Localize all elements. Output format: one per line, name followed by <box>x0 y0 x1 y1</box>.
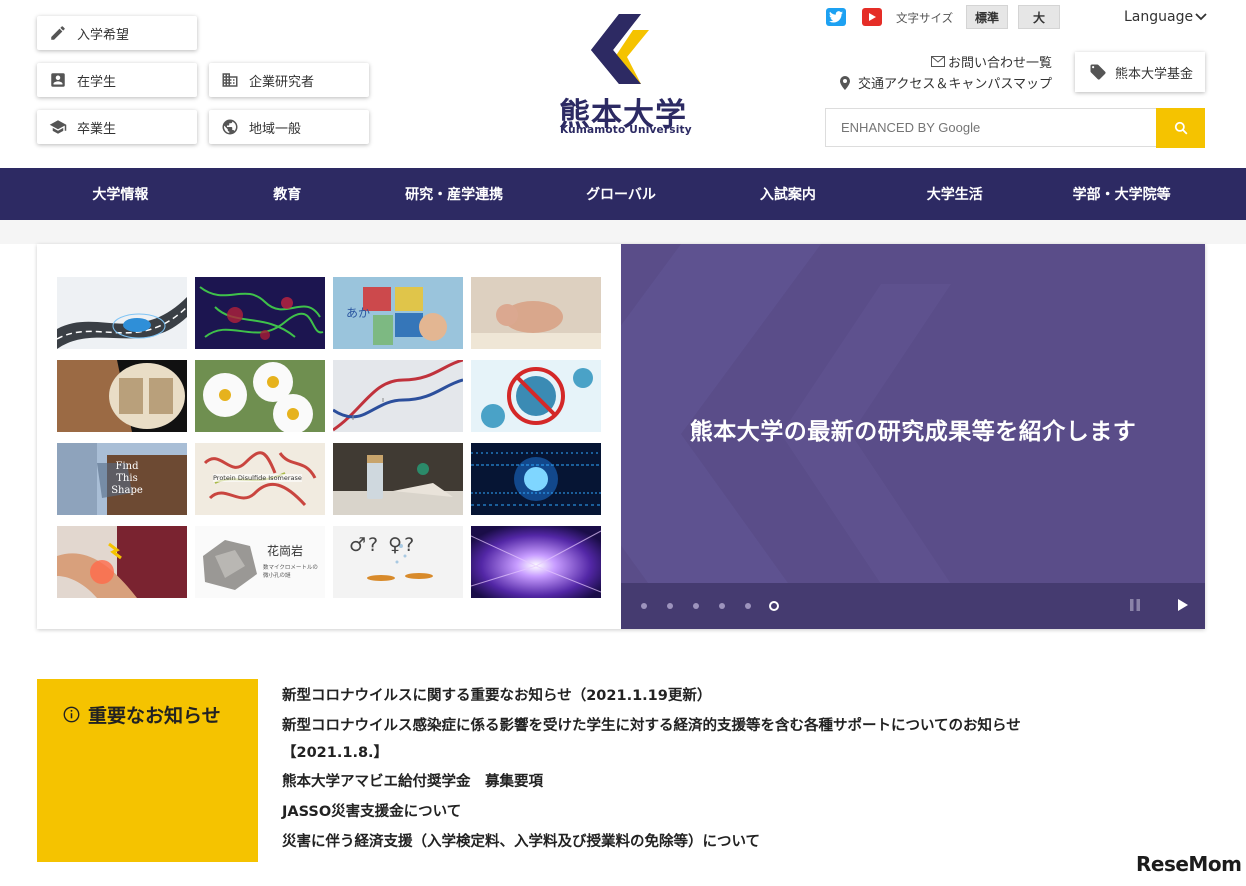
tile-mole-rat[interactable] <box>471 277 601 349</box>
tile-find-shape-label: Find This Shape <box>111 461 143 496</box>
slider-message-panel: 熊本大学の最新の研究成果等を紹介します <box>621 244 1205 629</box>
audience-alumni-button[interactable]: 卒業生 <box>37 110 197 144</box>
audience-applicants-button[interactable]: 入学希望 <box>37 16 197 50</box>
research-slider: あか Find This Shape Protein Disulfide Iso… <box>37 244 1205 629</box>
contact-label: お問い合わせ一覧 <box>947 56 1052 71</box>
tile-network[interactable] <box>471 443 601 515</box>
site-header: 入学希望 在学生 企業研究者 卒業生 地域一般 熊本大学 Kumamoto Un… <box>0 0 1246 168</box>
font-size-label: 文字サイズ <box>896 11 954 25</box>
font-size-large-button[interactable]: 大 <box>1018 5 1060 29</box>
tile-fish-gender[interactable]: ♂? ♀? <box>333 526 463 598</box>
audience-alumni-label: 卒業生 <box>77 121 117 137</box>
nav-item-admissions[interactable]: 入試案内 <box>704 168 871 220</box>
content-band <box>0 220 1246 244</box>
tile-granite[interactable]: 花崗岩 数マイクロメートルの微小孔の謎 <box>195 526 325 598</box>
twitter-icon[interactable] <box>826 8 846 26</box>
research-image-grid: あか Find This Shape Protein Disulfide Iso… <box>57 277 603 599</box>
building-icon <box>221 71 239 89</box>
contact-link[interactable]: お問い合わせ一覧 <box>930 52 1052 71</box>
logo-name-en: Kumamoto University <box>560 124 692 136</box>
mail-icon <box>930 56 945 67</box>
search-button[interactable] <box>1156 108 1205 148</box>
slider-message: 熊本大学の最新の研究成果等を紹介します <box>689 419 1137 445</box>
audience-community-label: 地域一般 <box>249 121 302 137</box>
important-notice-label: 重要なお知らせ <box>88 705 221 727</box>
tile-vial[interactable] <box>333 443 463 515</box>
main-nav: 大学情報 教育 研究・産学連携 グローバル 入試案内 大学生活 学部・大学院等 <box>37 168 1205 220</box>
nav-item-campus-life[interactable]: 大学生活 <box>871 168 1038 220</box>
tile-gender-symbols: ♂? ♀? <box>349 534 417 556</box>
important-notice-title: 重要なお知らせ <box>63 701 221 728</box>
university-logo[interactable]: 熊本大学 Kumamoto University <box>555 14 692 138</box>
language-selector[interactable]: Language <box>1124 9 1207 25</box>
tile-granite-sub: 数マイクロメートルの微小孔の謎 <box>263 565 318 579</box>
search-box[interactable] <box>825 108 1157 147</box>
nav-item-global[interactable]: グローバル <box>538 168 705 220</box>
audience-researchers-label: 企業研究者 <box>249 74 315 90</box>
search-input[interactable] <box>841 120 1156 135</box>
nav-item-university-info[interactable]: 大学情報 <box>37 168 204 220</box>
access-map-link[interactable]: 交通アクセス＆キャンパスマップ <box>840 73 1052 92</box>
info-icon <box>63 706 80 723</box>
nav-item-research[interactable]: 研究・産学連携 <box>371 168 538 220</box>
slider-dot-3[interactable] <box>693 603 699 609</box>
notice-item-financial-support[interactable]: 新型コロナウイルス感染症に係る影響を受けた学生に対する経済的支援等を含む各種サポ… <box>282 711 1132 741</box>
logo-mark-icon <box>591 14 649 84</box>
tile-light-rays[interactable] <box>471 526 601 598</box>
notice-list: 新型コロナウイルスに関する重要なお知らせ（2021.1.19更新） 新型コロナウ… <box>282 681 1132 857</box>
notice-item-covid[interactable]: 新型コロナウイルスに関する重要なお知らせ（2021.1.19更新） <box>282 681 1132 711</box>
notice-item-disaster-support[interactable]: 災害に伴う経済支援（入学検定料、入学料及び授業料の免除等）について <box>282 827 1132 857</box>
resemom-watermark: ReseMom <box>1136 852 1242 876</box>
id-card-icon <box>49 71 67 89</box>
pause-icon[interactable] <box>1129 598 1141 612</box>
nav-item-faculties[interactable]: 学部・大学院等 <box>1038 168 1205 220</box>
slider-dot-5[interactable] <box>745 603 751 609</box>
play-icon[interactable] <box>1177 598 1189 612</box>
access-label: 交通アクセス＆キャンパスマップ <box>858 77 1052 92</box>
search-icon <box>1174 121 1187 135</box>
nav-item-education[interactable]: 教育 <box>204 168 371 220</box>
fund-button[interactable]: 熊本大学基金 <box>1075 52 1205 92</box>
audience-students-label: 在学生 <box>77 74 117 90</box>
tag-icon <box>1090 64 1106 80</box>
fund-label: 熊本大学基金 <box>1115 66 1194 82</box>
important-notice-box: 重要なお知らせ <box>37 679 258 862</box>
tile-road-car[interactable] <box>57 277 187 349</box>
tile-cell-stain[interactable] <box>195 277 325 349</box>
notice-item-amabie-scholarship[interactable]: 熊本大学アマビエ給付奨学金 募集要項 <box>282 767 1132 797</box>
language-label: Language <box>1124 9 1194 25</box>
slider-dot-1[interactable] <box>641 603 647 609</box>
slider-dot-2[interactable] <box>667 603 673 609</box>
chevron-down-icon <box>1195 13 1207 21</box>
audience-community-button[interactable]: 地域一般 <box>209 110 369 144</box>
tile-a-ka-label: あか <box>346 306 371 320</box>
tile-virus[interactable] <box>471 360 601 432</box>
tile-elbow[interactable] <box>57 526 187 598</box>
tile-find-shape[interactable]: Find This Shape <box>57 443 187 515</box>
map-pin-icon <box>840 75 851 90</box>
slider-controls <box>621 583 1205 629</box>
tile-granite-title: 花崗岩 <box>267 544 304 558</box>
pencil-icon <box>49 24 67 42</box>
tile-dna[interactable] <box>333 360 463 432</box>
audience-researchers-button[interactable]: 企業研究者 <box>209 63 369 97</box>
globe-icon <box>221 118 239 136</box>
tile-fossil[interactable] <box>57 360 187 432</box>
audience-students-button[interactable]: 在学生 <box>37 63 197 97</box>
tile-pdi-label: Protein Disulfide Isomerase <box>213 474 302 482</box>
tile-chrysanthemum[interactable] <box>195 360 325 432</box>
font-size-standard-button[interactable]: 標準 <box>966 5 1008 29</box>
tile-protein[interactable]: Protein Disulfide Isomerase <box>195 443 325 515</box>
slider-dot-4[interactable] <box>719 603 725 609</box>
tile-color-cards[interactable]: あか <box>333 277 463 349</box>
graduation-cap-icon <box>49 118 67 136</box>
notice-item-jasso[interactable]: JASSO災害支援金について <box>282 797 1132 827</box>
youtube-icon[interactable] <box>862 8 882 26</box>
notice-item-financial-support-date[interactable]: 【2021.1.8.】 <box>282 739 1132 767</box>
audience-applicants-label: 入学希望 <box>77 27 130 43</box>
slider-dot-6[interactable] <box>769 601 779 611</box>
